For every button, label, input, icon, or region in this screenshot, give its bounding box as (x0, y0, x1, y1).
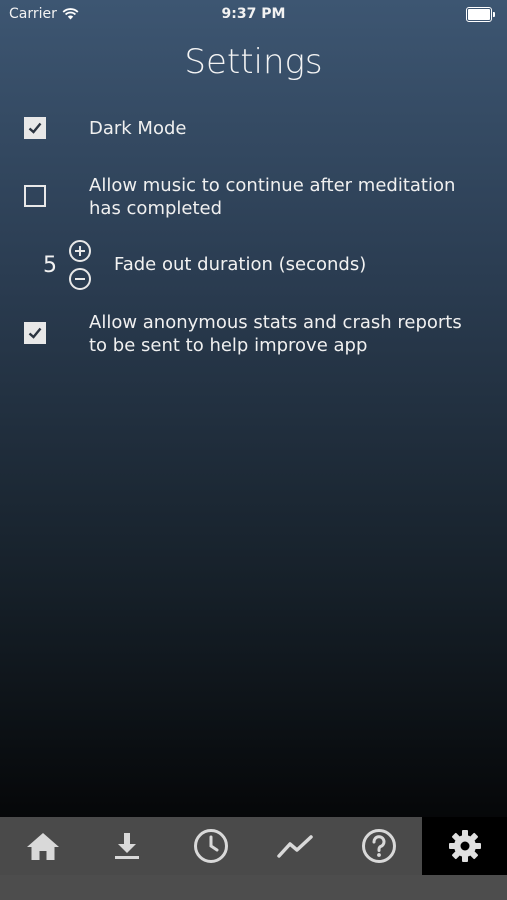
dark-mode-checkbox[interactable] (24, 117, 46, 139)
tab-bar (0, 817, 507, 900)
page-title: Settings (184, 42, 323, 82)
home-icon (27, 833, 59, 860)
checkmark-icon (28, 327, 42, 339)
anonymous-stats-label-line2: to be sent to help improve app (89, 335, 368, 356)
tab-stats[interactable] (253, 817, 337, 875)
fade-out-value: 5 (43, 253, 57, 278)
trend-icon (277, 835, 313, 858)
allow-music-checkbox[interactable] (24, 185, 46, 207)
plus-circle-icon[interactable] (68, 239, 92, 263)
anonymous-stats-label-line1: Allow anonymous stats and crash reports (89, 312, 462, 333)
status-time: 9:37 PM (221, 6, 286, 22)
allow-music-label-line2: has completed (89, 198, 223, 219)
tab-history[interactable] (169, 817, 253, 875)
tab-home[interactable] (1, 817, 85, 875)
minus-circle-icon[interactable] (68, 267, 92, 291)
help-icon (362, 829, 396, 863)
battery-icon (466, 7, 495, 22)
fade-out-label: Fade out duration (seconds) (114, 254, 367, 275)
download-icon (115, 833, 139, 859)
tab-settings[interactable] (422, 817, 507, 875)
allow-music-label: Allow music to continue after meditation… (89, 174, 489, 220)
anonymous-stats-label: Allow anonymous stats and crash reports … (89, 311, 489, 357)
tab-help[interactable] (337, 817, 421, 875)
tab-download[interactable] (85, 817, 169, 875)
status-bar: Carrier 9:37 PM (0, 0, 507, 28)
checkmark-icon (28, 122, 42, 134)
dark-mode-label: Dark Mode (89, 118, 187, 139)
allow-music-label-line1: Allow music to continue after meditation (89, 175, 456, 196)
gear-icon (448, 830, 481, 862)
home-indicator-area (0, 875, 507, 900)
clock-icon (194, 829, 228, 863)
anonymous-stats-checkbox[interactable] (24, 322, 46, 344)
